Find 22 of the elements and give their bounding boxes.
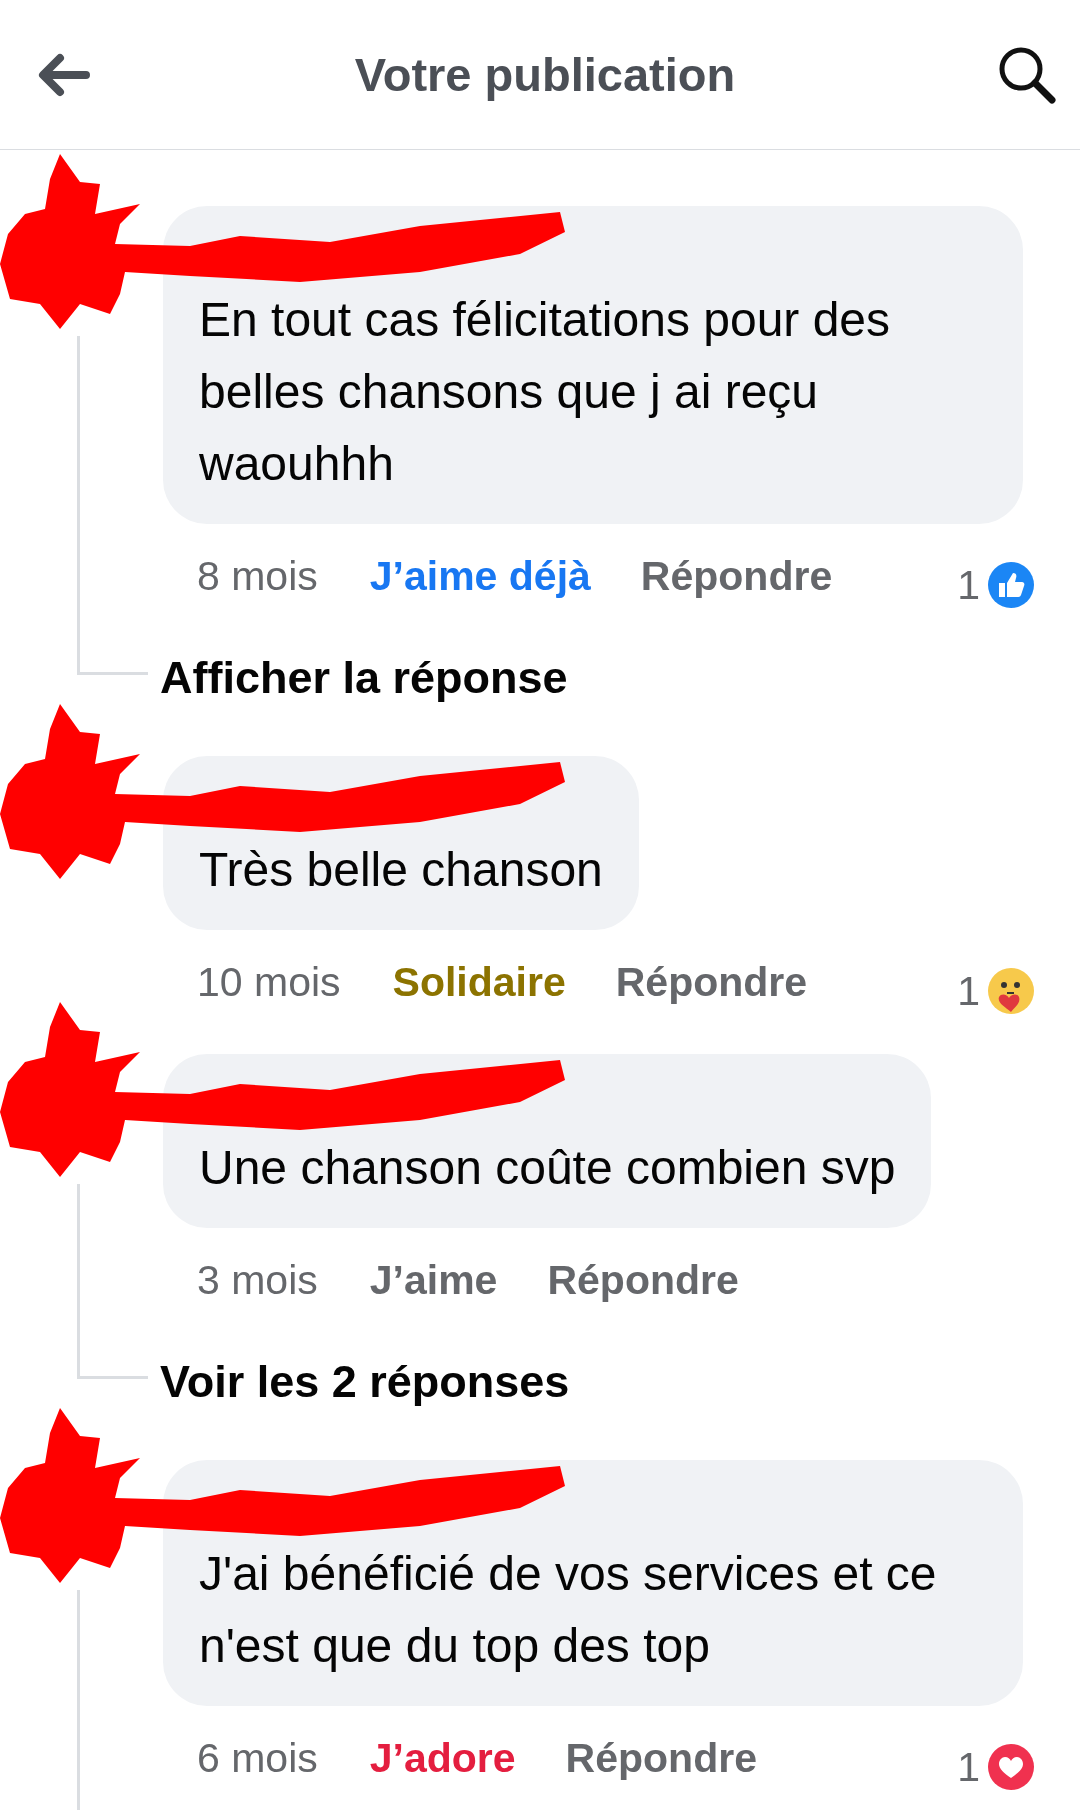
comment-text: J'ai bénéficié de vos services et ce n'est que du top des top <box>199 1547 937 1672</box>
reaction-link[interactable]: J’aime déjà <box>369 552 591 600</box>
comment-time: 3 mois <box>197 1256 318 1304</box>
comment-time: 8 mois <box>197 552 318 600</box>
comment-time: 10 mois <box>197 958 341 1006</box>
comment-text: Une chanson coûte combien svp <box>199 1141 896 1194</box>
reply-link[interactable]: Répondre <box>615 958 808 1006</box>
view-replies-link[interactable]: Voir les 2 réponses <box>160 1356 570 1408</box>
reaction-link[interactable]: J’adore <box>369 1734 516 1782</box>
reply-link[interactable]: Répondre <box>640 552 833 600</box>
view-replies-link[interactable]: Afficher la réponse <box>160 652 568 704</box>
reply-link[interactable]: Répondre <box>565 1734 757 1782</box>
reaction-link[interactable]: J’aime <box>369 1256 498 1304</box>
reaction-count: 1 <box>957 1743 980 1791</box>
reaction-link[interactable]: Solidaire <box>392 958 566 1006</box>
reply-link[interactable]: Répondre <box>547 1256 739 1304</box>
comment-text: Très belle chanson <box>199 843 603 896</box>
reaction-count: 1 <box>957 967 980 1015</box>
comment-time: 6 mois <box>197 1734 318 1782</box>
page-title: Votre publication <box>353 47 737 102</box>
reaction-count: 1 <box>957 561 980 609</box>
comment-text: En tout cas félicitations pour des belles chansons que j ai reçu waouhhh <box>199 293 891 490</box>
